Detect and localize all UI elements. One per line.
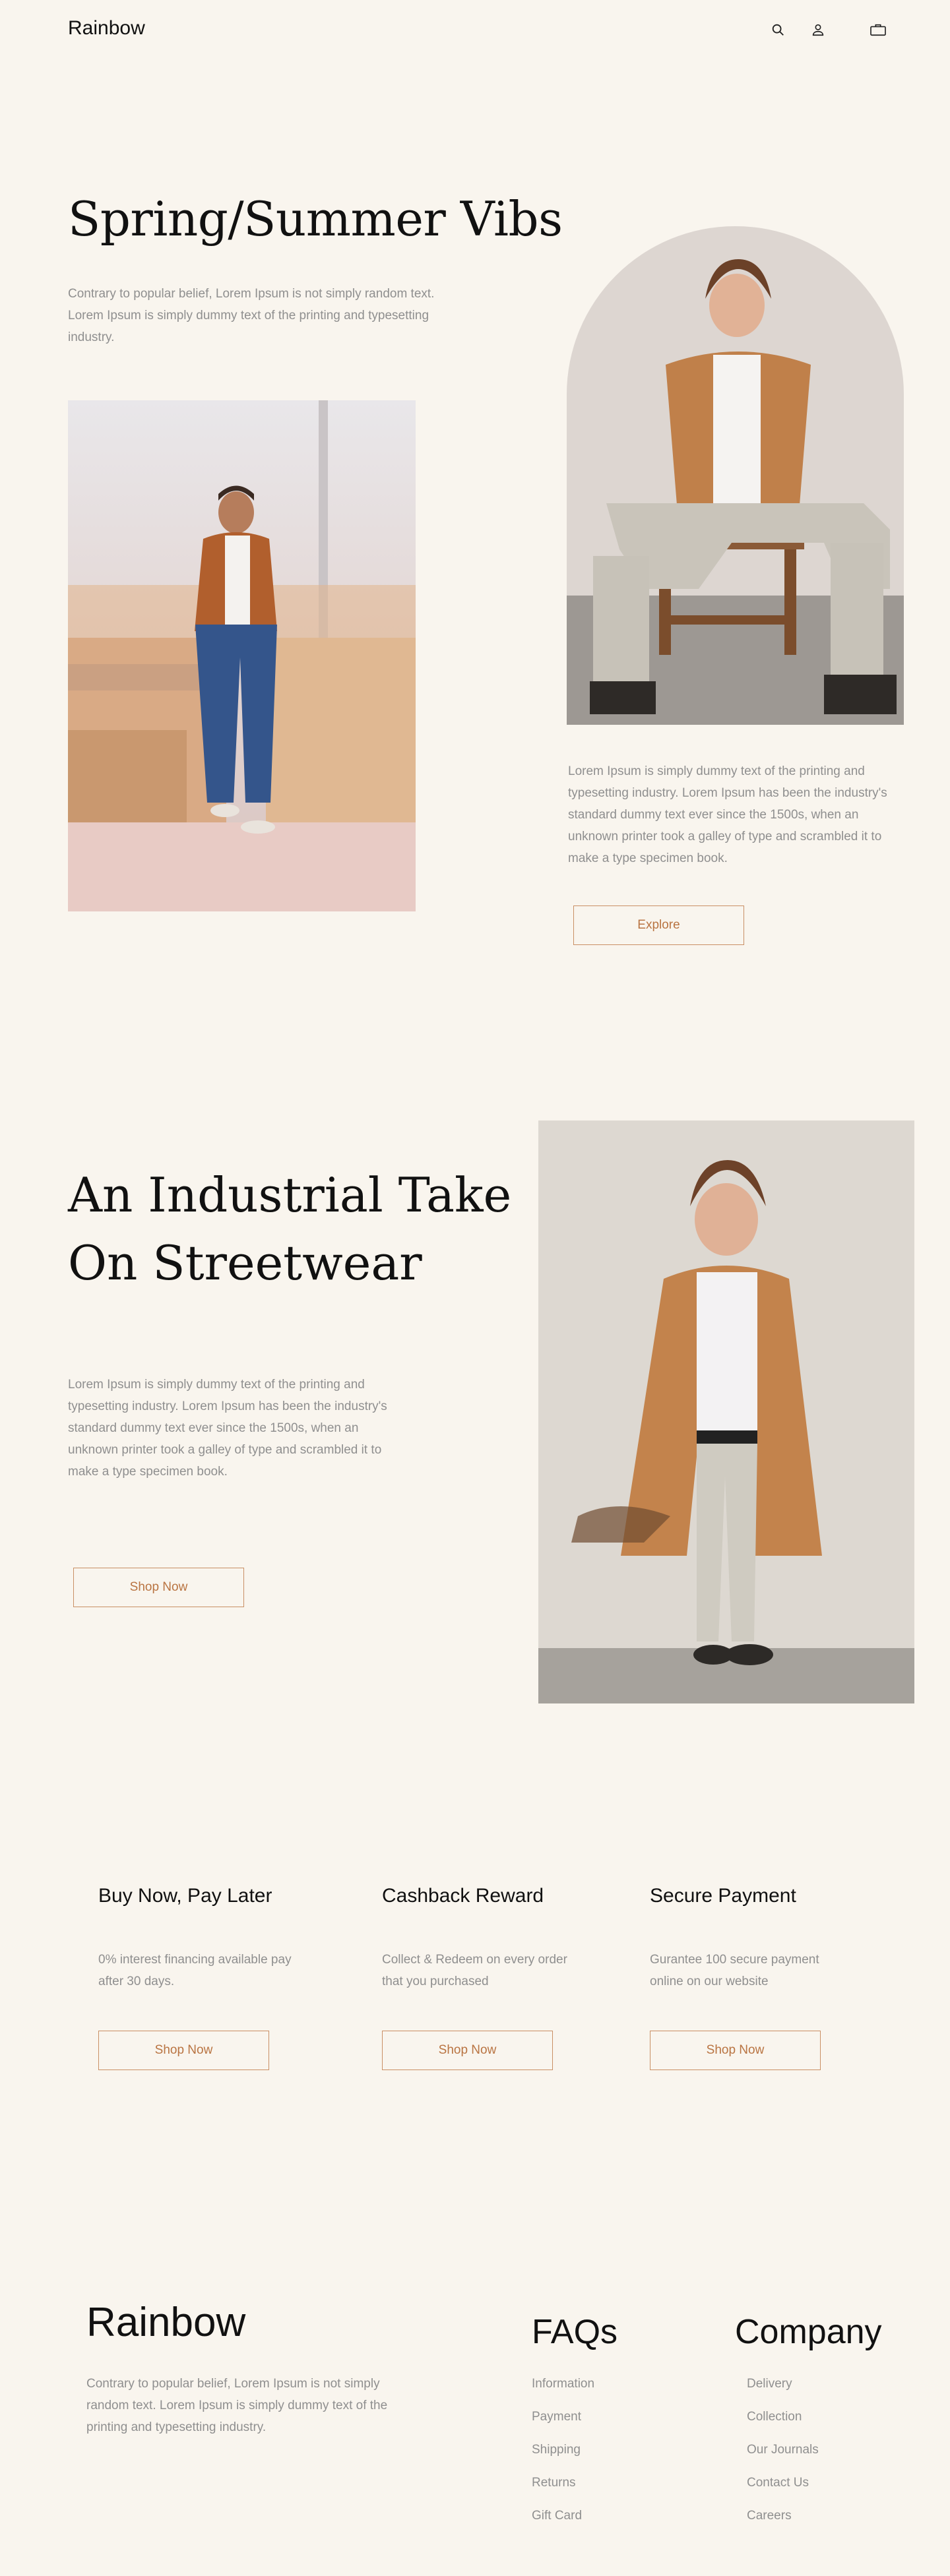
feature-shop-button-pay-later[interactable]: Shop Now: [98, 2031, 269, 2070]
footer-link-information[interactable]: Information: [532, 2377, 594, 2391]
feature-text-secure-payment: Gurantee 100 secure payment online on ou…: [650, 1953, 819, 1988]
feature-text-cashback: Collect & Redeem on every order that you…: [382, 1953, 567, 1988]
footer-link-shipping[interactable]: Shipping: [532, 2443, 581, 2457]
hero-title: Spring/Summer Vibs: [68, 191, 563, 247]
feature-shop-button-cashback[interactable]: Shop Now: [382, 2031, 553, 2070]
feature-shop-button-secure-payment[interactable]: Shop Now: [650, 2031, 821, 2070]
user-icon[interactable]: [808, 20, 828, 40]
search-icon[interactable]: [768, 20, 788, 40]
feature-title-pay-later: Buy Now, Pay Later: [98, 1885, 272, 1907]
streetwear-title-line1: An Industrial Take: [68, 1167, 512, 1223]
hero-intro: Contrary to popular belief, Lorem Ipsum …: [68, 287, 435, 344]
hero-photo-right: [567, 226, 904, 725]
footer-link-careers[interactable]: Careers: [747, 2509, 792, 2523]
streetwear-photo: [538, 1120, 914, 1703]
feature-title-cashback: Cashback Reward: [382, 1885, 544, 1907]
streetwear-title-line2: On Streetwear: [68, 1235, 422, 1291]
explore-button[interactable]: Explore: [573, 905, 744, 945]
brand-logo[interactable]: Rainbow: [68, 17, 145, 40]
footer-logo[interactable]: Rainbow: [86, 2299, 245, 2346]
feature-title-secure-payment: Secure Payment: [650, 1885, 796, 1907]
streetwear-body: Lorem Ipsum is simply dummy text of the …: [68, 1378, 387, 1479]
footer-company-title: Company: [735, 2313, 882, 2351]
footer-link-payment[interactable]: Payment: [532, 2410, 581, 2424]
hero-body: Lorem Ipsum is simply dummy text of the …: [568, 764, 887, 865]
footer-link-our-journals[interactable]: Our Journals: [747, 2443, 819, 2457]
footer-faqs-title: FAQs: [532, 2313, 618, 2351]
footer-link-collection[interactable]: Collection: [747, 2410, 802, 2424]
footer-link-returns[interactable]: Returns: [532, 2476, 576, 2490]
feature-text-pay-later: 0% interest financing available pay afte…: [98, 1953, 292, 1988]
hero-photo-left: [68, 400, 416, 911]
footer-about: Contrary to popular belief, Lorem Ipsum …: [86, 2377, 388, 2434]
footer-link-delivery[interactable]: Delivery: [747, 2377, 792, 2391]
footer-link-gift-card[interactable]: Gift Card: [532, 2509, 582, 2523]
footer-link-contact-us[interactable]: Contact Us: [747, 2476, 809, 2490]
bag-icon[interactable]: [867, 20, 889, 40]
streetwear-shop-button[interactable]: Shop Now: [73, 1568, 244, 1607]
